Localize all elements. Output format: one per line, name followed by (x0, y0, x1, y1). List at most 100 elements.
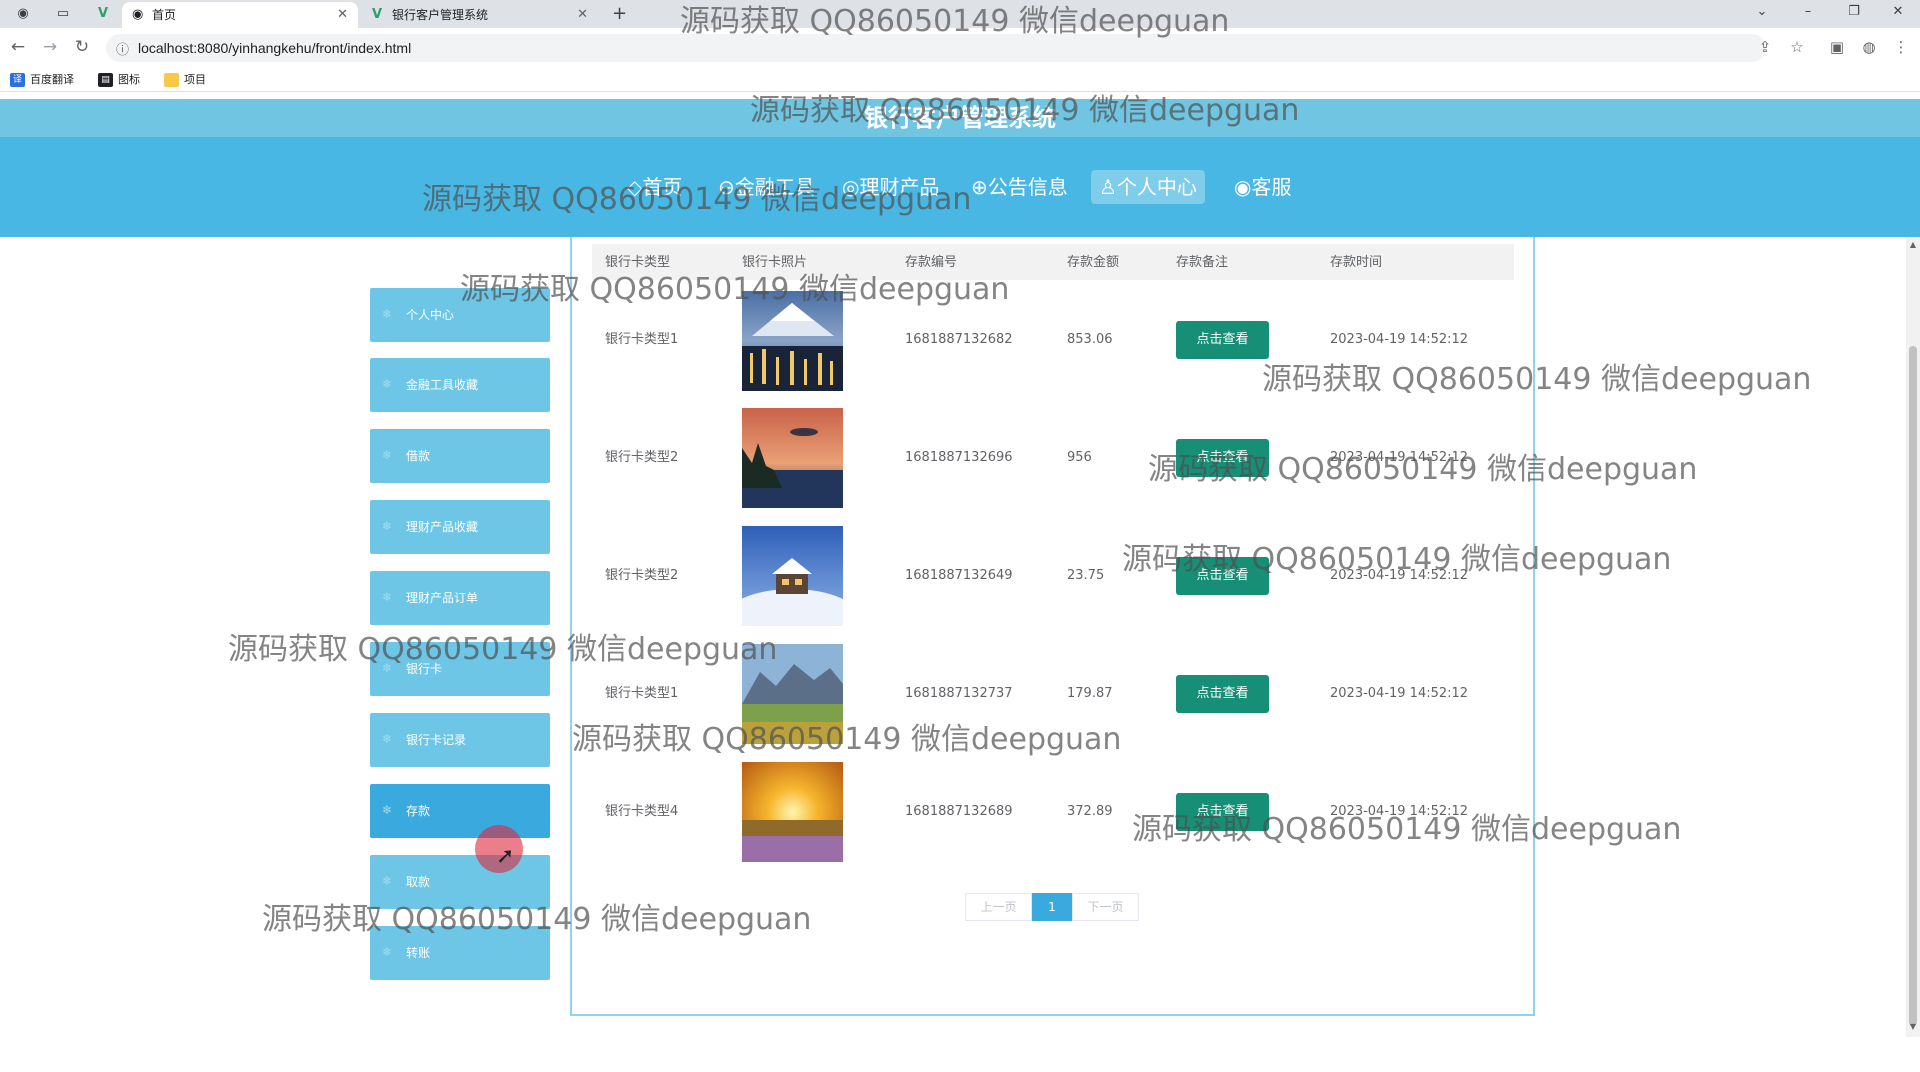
snowflake-icon: ❄ (382, 307, 393, 321)
col-deposit-no: 存款编号 (905, 255, 958, 270)
snowflake-icon: ❄ (382, 803, 393, 817)
sidebar-item-label: 转账 (406, 946, 431, 960)
cell-amount: 853.06 (1067, 332, 1113, 347)
tab-group-icon[interactable]: ▭ (52, 4, 74, 24)
nav-announcements[interactable]: ⊕公告信息 (963, 170, 1076, 204)
cell-card-type: 银行卡类型1 (605, 686, 679, 701)
sidebar-item-tool-favorites[interactable]: ❄ 金融工具收藏 (370, 358, 550, 412)
watermark: 源码获取 QQ86050149 微信deepguan (1132, 812, 1682, 847)
cell-card-type: 银行卡类型1 (605, 332, 679, 347)
sidebar-item-loan[interactable]: ❄ 借款 (370, 429, 550, 483)
globe-icon[interactable]: ◉ (12, 4, 34, 24)
tab-home[interactable]: ◉ 首页 ✕ (122, 2, 358, 28)
prev-page-button[interactable]: 上一页 (965, 893, 1032, 921)
tab-bank-system[interactable]: V 银行客户管理系统 ✕ (362, 2, 598, 28)
cell-time: 2023-04-19 14:52:12 (1330, 332, 1469, 347)
vue-icon[interactable]: V (92, 4, 114, 24)
close-window-button[interactable]: ✕ (1878, 2, 1918, 22)
card-photo-lake (742, 408, 843, 508)
close-icon[interactable]: ✕ (337, 2, 348, 28)
bookmark-label: 项目 (184, 73, 206, 86)
snowflake-icon: ❄ (382, 448, 393, 462)
bookmark-project[interactable]: 项目 (164, 72, 206, 88)
sidebar-item-product-orders[interactable]: ❄ 理财产品订单 (370, 571, 550, 625)
sidebar-item-label: 金融工具收藏 (406, 378, 479, 392)
sidebar-item-label: 存款 (406, 804, 431, 818)
star-icon[interactable]: ☆ (1786, 38, 1808, 56)
snowflake-icon: ❄ (382, 945, 393, 959)
cell-amount: 956 (1067, 450, 1092, 465)
watermark: 源码获取 QQ86050149 微信deepguan (1148, 452, 1698, 487)
sidebar-item-label: 取款 (406, 875, 431, 889)
sidebar-item-product-favorites[interactable]: ❄ 理财产品收藏 (370, 500, 550, 554)
col-time: 存款时间 (1330, 255, 1383, 270)
vue-icon: V (372, 7, 383, 22)
view-button[interactable]: 点击查看 (1176, 321, 1269, 359)
cell-amount: 23.75 (1067, 568, 1105, 583)
back-button[interactable]: ← (6, 35, 30, 59)
bookmark-baidu-translate[interactable]: 译 百度翻译 (10, 72, 74, 88)
view-button[interactable]: 点击查看 (1176, 675, 1269, 713)
col-card-photo: 银行卡照片 (742, 255, 808, 270)
cursor-icon: ➚ (496, 844, 515, 869)
snowflake-icon: ❄ (382, 519, 393, 533)
image-icon: ▤ (98, 73, 113, 87)
chevron-down-icon[interactable]: ⌄ (1742, 2, 1782, 22)
col-remark: 存款备注 (1176, 255, 1229, 270)
snowflake-icon: ❄ (382, 874, 393, 888)
tab-title: 首页 (152, 8, 177, 22)
nav-personal-center[interactable]: ♙个人中心 (1091, 170, 1205, 204)
cell-deposit-no: 1681887132649 (905, 568, 1013, 583)
col-amount: 存款金额 (1067, 255, 1120, 270)
bookmark-label: 百度翻译 (30, 73, 74, 86)
sidebar-item-withdraw[interactable]: ❄ 取款 (370, 855, 550, 909)
cell-amount: 179.87 (1067, 686, 1113, 701)
cell-deposit-no: 1681887132737 (905, 686, 1013, 701)
cell-amount: 372.89 (1067, 804, 1113, 819)
scroll-down-icon[interactable]: ▼ (1906, 1022, 1920, 1031)
globe-icon: ◉ (132, 7, 144, 22)
watermark: 源码获取 QQ86050149 微信deepguan (262, 902, 812, 937)
close-icon[interactable]: ✕ (577, 2, 588, 28)
url-text: localhost:8080/yinhangkehu/front/index.h… (138, 40, 412, 56)
sidebar-item-label: 理财产品订单 (406, 591, 479, 605)
baidu-translate-icon: 译 (10, 73, 25, 87)
bookmarks-bar (0, 68, 1920, 92)
sidebar-item-deposit[interactable]: ❄ 存款 (370, 784, 550, 838)
watermark: 源码获取 QQ86050149 微信deepguan (750, 93, 1300, 128)
forward-button[interactable]: → (38, 35, 62, 59)
new-tab-button[interactable]: + (612, 2, 627, 26)
watermark: 源码获取 QQ86050149 微信deepguan (1122, 542, 1672, 577)
cell-card-type: 银行卡类型2 (605, 450, 679, 465)
sidebar-item-card-records[interactable]: ❄ 银行卡记录 (370, 713, 550, 767)
card-photo-snow-cabin (742, 526, 843, 626)
bookmark-label: 图标 (118, 73, 140, 86)
bookmark-icons[interactable]: ▤ 图标 (98, 72, 140, 88)
col-card-type: 银行卡类型 (605, 255, 671, 270)
next-page-button[interactable]: 下一页 (1072, 893, 1139, 921)
scroll-up-icon[interactable]: ▲ (1906, 240, 1920, 249)
cell-deposit-no: 1681887132682 (905, 332, 1013, 347)
tab-title: 银行客户管理系统 (392, 8, 489, 22)
share-icon[interactable]: ⇪ (1754, 38, 1776, 56)
restore-button[interactable]: ❐ (1834, 2, 1874, 22)
sidebar-item-label: 理财产品收藏 (406, 520, 479, 534)
watermark: 源码获取 QQ86050149 微信deepguan (1262, 362, 1812, 397)
cell-card-type: 银行卡类型4 (605, 804, 679, 819)
minimize-button[interactable]: – (1788, 2, 1828, 22)
page-number-button[interactable]: 1 (1032, 893, 1072, 921)
reload-button[interactable]: ↻ (70, 35, 94, 59)
scroll-thumb[interactable] (1909, 346, 1917, 1026)
watermark: 源码获取 QQ86050149 微信deepguan (422, 182, 972, 217)
side-panel-icon[interactable]: ▣ (1826, 38, 1848, 56)
menu-icon[interactable]: ⋮ (1890, 38, 1912, 56)
sidebar-item-label: 个人中心 (406, 308, 455, 322)
watermark: 源码获取 QQ86050149 微信deepguan (680, 4, 1230, 39)
profile-icon[interactable]: ◍ (1858, 38, 1880, 56)
sidebar-tab (349, 237, 570, 247)
cell-deposit-no: 1681887132696 (905, 450, 1013, 465)
card-photo-sunrise-field (742, 762, 843, 862)
nav-customer-service[interactable]: ◉客服 (1226, 170, 1299, 204)
cell-time: 2023-04-19 14:52:12 (1330, 686, 1469, 701)
info-icon[interactable]: ⓘ (116, 39, 129, 58)
